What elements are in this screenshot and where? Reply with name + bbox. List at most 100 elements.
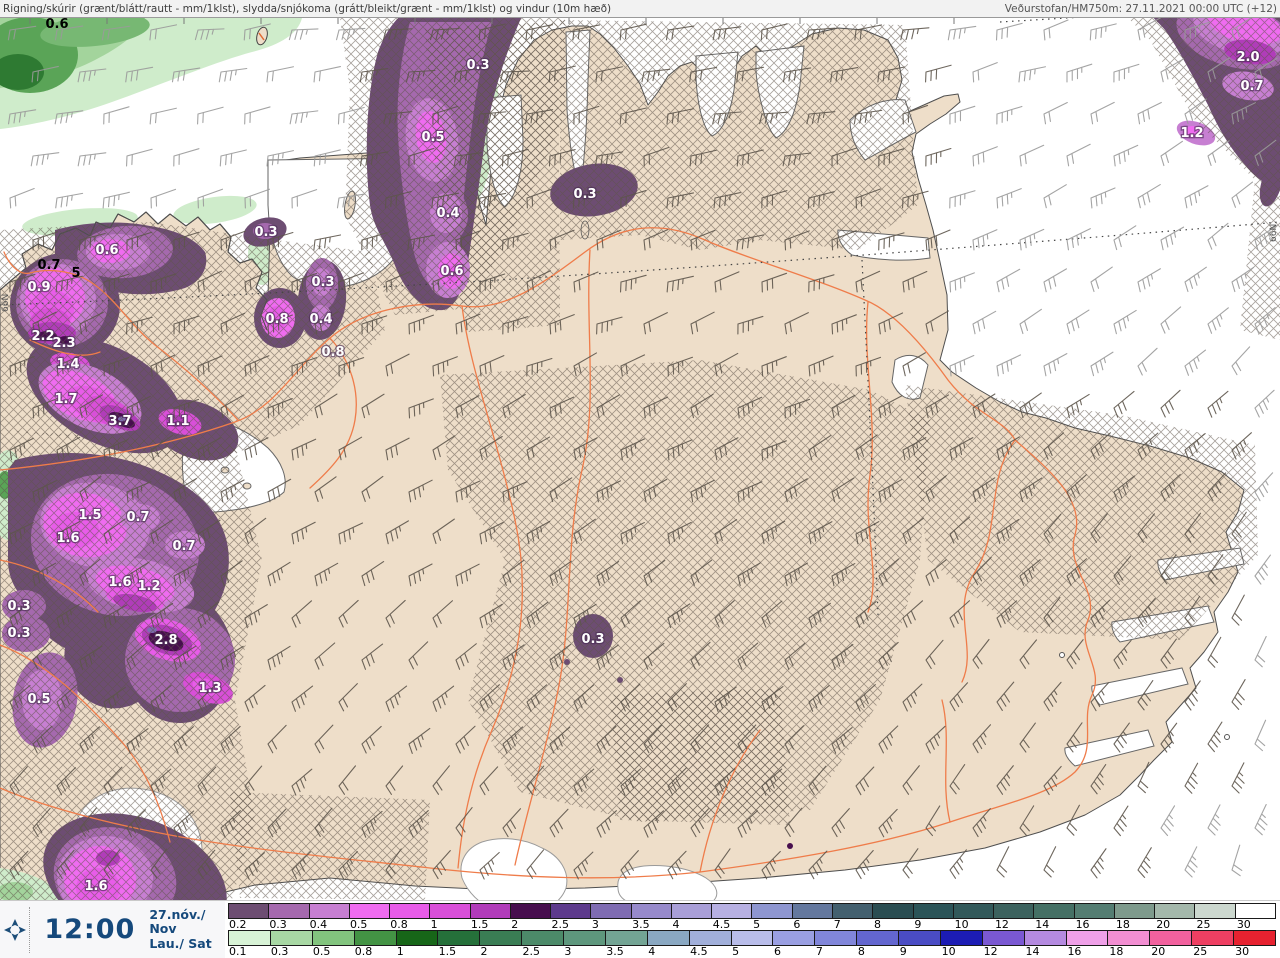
scale-cell: [349, 904, 391, 918]
scale-cell: [1034, 904, 1075, 918]
svg-text:1.4: 1.4: [56, 357, 79, 372]
scale-label: 25: [1196, 918, 1211, 931]
scale-label: 1.5: [470, 918, 489, 931]
valid-time: 12:00: [44, 914, 136, 945]
scale-label: 10: [941, 945, 956, 958]
svg-text:1.2: 1.2: [137, 579, 160, 594]
scale-cell: [390, 904, 431, 918]
scale-cell: [605, 931, 648, 945]
scale-label: 0.5: [349, 918, 368, 931]
svg-text:2.0: 2.0: [1236, 50, 1259, 65]
scale-label: 0.5: [312, 945, 331, 958]
svg-text:0.8: 0.8: [265, 312, 288, 327]
scale-label: 1: [396, 945, 404, 958]
scale-label: 8: [857, 945, 865, 958]
svg-text:0.3: 0.3: [311, 275, 334, 290]
svg-text:2.8: 2.8: [154, 633, 177, 648]
svg-text:0.7: 0.7: [126, 510, 149, 525]
scale-label: 3.5: [606, 945, 624, 958]
svg-text:0.7: 0.7: [1240, 79, 1263, 94]
scale-label: 3: [564, 945, 572, 958]
scale-cell: [647, 931, 690, 945]
scale-cell: [1066, 931, 1109, 945]
scale-cell: [1074, 904, 1115, 918]
valid-time-panel: 12:00 27.nóv./ Nov Lau./ Sat: [0, 900, 225, 958]
svg-text:0.3: 0.3: [254, 225, 277, 240]
scale-label: 16: [1067, 945, 1082, 958]
scale-cell: [1155, 904, 1196, 918]
scale-label: 1: [430, 918, 438, 931]
scale-cell: [994, 904, 1035, 918]
scale-label: 16: [1075, 918, 1090, 931]
scale-cell: [631, 904, 672, 918]
scale-cell: [1195, 904, 1236, 918]
scale-cell: [913, 904, 954, 918]
scale-label: 6: [793, 918, 801, 931]
scale-cell: [1234, 931, 1275, 945]
scale-cell: [953, 904, 995, 918]
scale-label: 20: [1151, 945, 1166, 958]
svg-text:0.4: 0.4: [436, 206, 459, 221]
scale-label: 4: [648, 945, 656, 958]
scale-label: 9: [899, 945, 907, 958]
scale-cell: [689, 931, 732, 945]
svg-text:0.4: 0.4: [309, 312, 332, 327]
scale-label: 7: [815, 945, 823, 958]
svg-text:1.6: 1.6: [56, 531, 79, 546]
scale-label: 2.5: [522, 945, 540, 958]
scale-label: 4.5: [690, 945, 708, 958]
scale-label: 0.3: [270, 945, 289, 958]
legend-panel: 0.2 0.3 0.4 0.5 0.8 1 1.5 2 2.5 3 3.5 4 4.5 5 6 7 8 9 10 12…: [225, 900, 1280, 958]
svg-text:0.7: 0.7: [172, 539, 195, 554]
svg-text:66N: 66N: [1269, 224, 1279, 242]
model-run-timestamp: Veðurstofan/HM750m: 27.11.2021 00:00 UTC…: [1004, 2, 1277, 15]
scale-cell: [1108, 931, 1151, 945]
scale-label: 0.3: [269, 918, 287, 931]
scale-cell: [857, 931, 899, 945]
scale-cell: [269, 904, 310, 918]
scale-cell: [1192, 931, 1234, 945]
scale-cell: [671, 904, 713, 918]
scale-label: 4.5: [712, 918, 731, 931]
scale-label: 2: [511, 918, 519, 931]
svg-text:0.5: 0.5: [27, 692, 50, 707]
scale-cell: [270, 931, 313, 945]
scale-cell: [899, 931, 941, 945]
scale-label: 30: [1236, 918, 1251, 931]
scale-label: 18: [1115, 918, 1130, 931]
scale-cell: [396, 931, 439, 945]
weather-forecast-page: { "header": { "title_left": "Rigning/skú…: [0, 0, 1280, 958]
scale-cell: [773, 931, 816, 945]
scale-cell: [309, 904, 350, 918]
scale-cell: [982, 931, 1025, 945]
scale-cell: [354, 931, 397, 945]
svg-text:1.1: 1.1: [166, 414, 189, 429]
scale-cell: [873, 904, 914, 918]
scale-cell: [1024, 931, 1067, 945]
svg-text:1.6: 1.6: [84, 879, 107, 894]
svg-text:0.3: 0.3: [581, 632, 604, 647]
scale-label: 18: [1109, 945, 1124, 958]
svg-text:1.7: 1.7: [54, 392, 77, 407]
svg-text:0.3: 0.3: [573, 187, 596, 202]
svg-text:0.6: 0.6: [95, 243, 118, 258]
scale-cell: [832, 904, 874, 918]
svg-text:0.9: 0.9: [27, 280, 50, 295]
scale-label: 1.5: [438, 945, 457, 958]
scale-label: 30: [1235, 945, 1250, 958]
scale-cell: [470, 904, 511, 918]
scale-label: 5: [753, 918, 761, 931]
scale-label: 14: [1035, 918, 1050, 931]
scale-cell: [712, 904, 753, 918]
header-bar: Rigning/skúrir (grænt/blátt/rautt - mm/1…: [0, 0, 1280, 18]
svg-text:2.3: 2.3: [52, 336, 75, 351]
svg-text:66N: 66N: [1, 294, 11, 312]
scale-label: 0.4: [309, 918, 328, 931]
svg-text:0.3: 0.3: [466, 58, 489, 73]
scale-label: 20: [1156, 918, 1171, 931]
scale-cell: [1150, 931, 1193, 945]
svg-text:0.3: 0.3: [7, 626, 30, 641]
scale-label: 0.8: [354, 945, 373, 958]
scale-cell: [551, 904, 592, 918]
svg-text:1.6: 1.6: [108, 575, 131, 590]
